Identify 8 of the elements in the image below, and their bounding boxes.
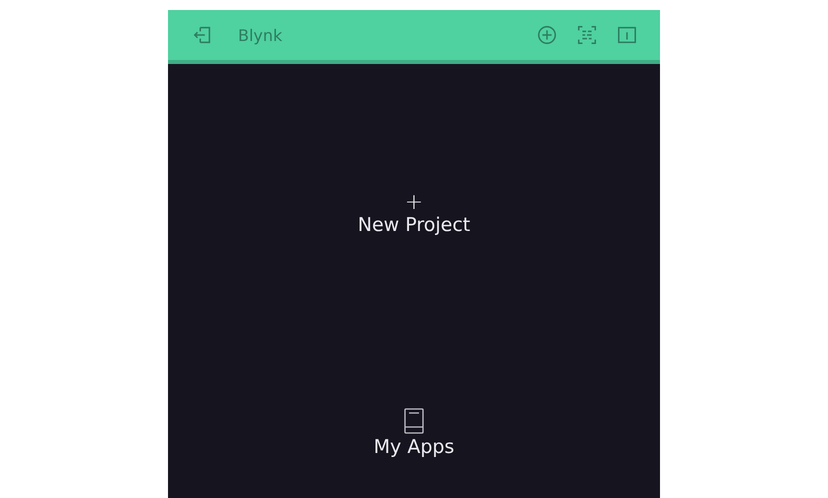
tablet-icon[interactable] bbox=[404, 408, 424, 434]
plus-sign[interactable]: + bbox=[404, 192, 424, 214]
new-project-link[interactable]: New Project bbox=[358, 214, 470, 236]
my-apps-link[interactable]: My Apps bbox=[374, 436, 454, 458]
app-title: Blynk bbox=[238, 26, 282, 44]
qr-code-icon[interactable] bbox=[576, 24, 598, 46]
add-circle-icon[interactable] bbox=[536, 24, 558, 46]
info-icon[interactable] bbox=[616, 24, 638, 46]
